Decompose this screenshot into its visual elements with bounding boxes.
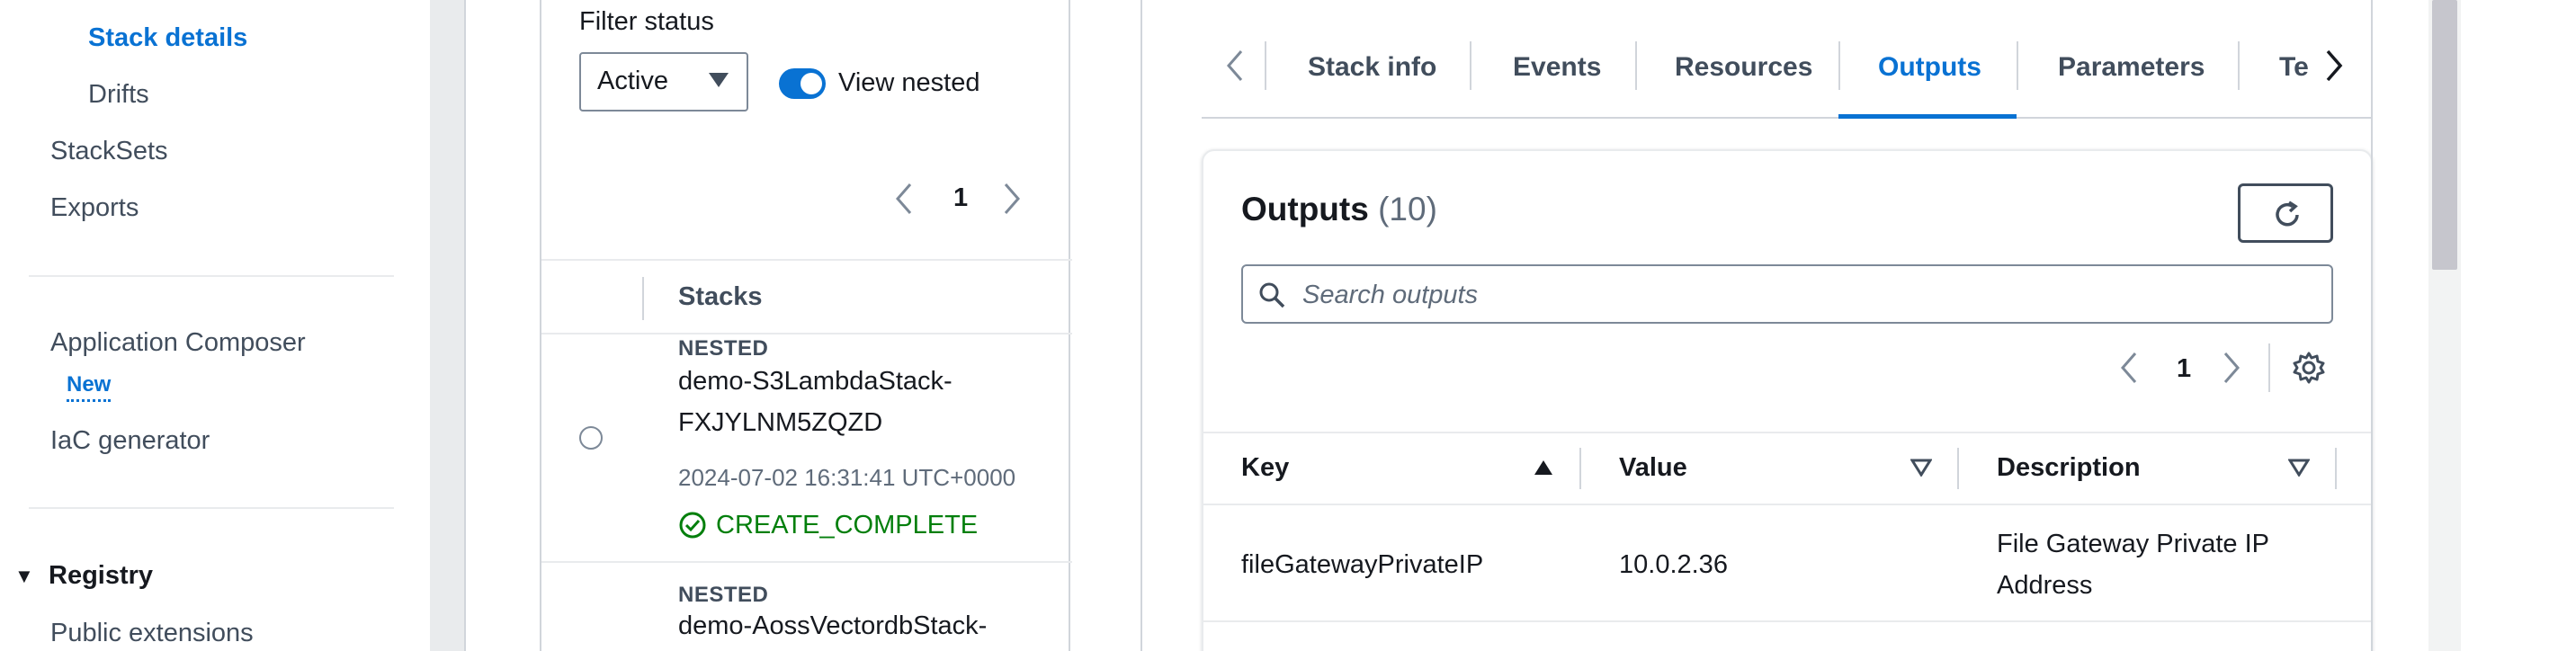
tab-separator <box>1635 41 1637 90</box>
stacks-panel: Filter status Active View nested 1 Stack… <box>464 0 1168 651</box>
filter-status-select[interactable]: Active <box>579 52 748 111</box>
nav-item-drifts[interactable]: Drifts <box>88 80 149 110</box>
pager-separator <box>2268 343 2270 392</box>
stack-created-time: 2024-07-02 16:31:41 UTC+0000 <box>678 464 1016 491</box>
tab-outputs[interactable]: Outputs <box>1878 52 1981 83</box>
table-header-top-border <box>1203 432 2371 433</box>
table-header-bottom-border <box>1203 504 2371 505</box>
stack-select-radio[interactable] <box>579 426 603 450</box>
stacks-column-header[interactable]: Stacks <box>678 282 763 312</box>
sort-ascending-icon[interactable] <box>1533 459 1554 481</box>
tabs-bottom-border <box>1202 117 2371 119</box>
output-key: fileGatewayPrivateIP <box>1241 550 1484 579</box>
outputs-count: (10) <box>1378 191 1437 227</box>
outputs-title: Outputs (10) <box>1241 191 1437 228</box>
stack-name-line2[interactable]: FXJYLNM5ZQZD <box>678 408 882 438</box>
tab-separator <box>1470 41 1471 90</box>
search-outputs-field[interactable]: Search outputs <box>1241 264 2333 324</box>
sort-icon[interactable] <box>2287 459 2311 481</box>
tab-separator <box>1838 41 1840 90</box>
panel-right-border <box>2371 0 2373 651</box>
toggle-knob <box>801 73 822 94</box>
search-icon <box>1257 281 1286 314</box>
tab-stack-info[interactable]: Stack info <box>1308 52 1436 83</box>
filter-status-value: Active <box>597 67 668 95</box>
nav-section-registry[interactable]: Registry <box>49 561 153 591</box>
caret-down-icon <box>707 70 730 94</box>
sort-icon[interactable] <box>1910 459 1933 481</box>
nav-item-stack-details[interactable]: Stack details <box>88 23 247 53</box>
side-navigation: Stack details Drifts StackSets Exports A… <box>0 0 430 651</box>
refresh-button[interactable] <box>2238 183 2333 243</box>
nav-gutter <box>430 0 464 651</box>
tab-template[interactable]: Te <box>2279 52 2322 83</box>
outputs-card: Outputs (10) Search outputs 1 Key Value … <box>1202 149 2373 651</box>
view-nested-toggle[interactable] <box>779 68 826 99</box>
search-outputs-placeholder: Search outputs <box>1302 281 1479 309</box>
nav-item-application-composer[interactable]: Application Composer <box>50 328 306 358</box>
active-tab-indicator <box>1838 114 2017 119</box>
row-divider <box>541 561 1072 563</box>
table-header-bottom-border <box>541 333 1072 334</box>
tab-separator <box>2017 41 2018 90</box>
row-divider <box>1203 620 2371 622</box>
nav-item-iac-generator[interactable]: IaC generator <box>50 426 210 456</box>
right-gutter <box>2461 0 2576 651</box>
nav-item-stacksets[interactable]: StackSets <box>50 137 168 166</box>
tab-separator <box>2238 41 2240 90</box>
table-header-top-border <box>541 259 1072 261</box>
nav-item-exports[interactable]: Exports <box>50 193 139 223</box>
column-separator <box>1579 448 1581 489</box>
column-header-key[interactable]: Key <box>1241 453 1289 483</box>
stack-name-line1[interactable]: demo-S3LambdaStack- <box>678 367 953 397</box>
nested-tag: NESTED <box>678 336 769 361</box>
output-value: 10.0.2.36 <box>1619 550 1728 579</box>
tab-events[interactable]: Events <box>1513 52 1601 83</box>
filter-status-label: Filter status <box>579 7 714 36</box>
view-nested-label: View nested <box>838 68 980 97</box>
tab-separator <box>1265 41 1266 90</box>
column-header-description[interactable]: Description <box>1997 453 2141 483</box>
tabs-scroll-right-icon[interactable] <box>2324 49 2344 87</box>
column-separator <box>642 277 644 320</box>
column-separator <box>1957 448 1959 489</box>
tab-resources[interactable]: Resources <box>1675 52 1812 83</box>
page-number[interactable]: 1 <box>953 183 968 213</box>
tabs-scroll-left-icon[interactable] <box>1225 49 1245 87</box>
outputs-page-number[interactable]: 1 <box>2177 354 2191 384</box>
chevron-right-icon[interactable] <box>2222 351 2241 389</box>
output-description: File Gateway Private IP Address <box>1997 530 2269 600</box>
chevron-left-icon[interactable] <box>894 182 914 216</box>
column-separator <box>2335 448 2337 489</box>
panel-divider <box>1140 0 1142 651</box>
refresh-icon <box>2271 199 2303 236</box>
nav-divider <box>29 275 394 277</box>
nested-tag: NESTED <box>678 583 769 607</box>
chevron-right-icon[interactable] <box>1002 182 1022 216</box>
caret-down-icon[interactable]: ▼ <box>14 565 34 588</box>
nav-divider <box>29 507 394 509</box>
scrollbar-thumb[interactable] <box>2432 0 2457 270</box>
chevron-left-icon[interactable] <box>2119 351 2139 389</box>
outputs-title-text: Outputs <box>1241 191 1369 227</box>
tab-parameters[interactable]: Parameters <box>2058 52 2205 83</box>
column-header-value[interactable]: Value <box>1619 453 1687 483</box>
settings-gear-icon[interactable] <box>2292 351 2326 389</box>
new-badge: New <box>67 372 112 402</box>
nav-item-public-extensions[interactable]: Public extensions <box>50 619 254 648</box>
status-success-icon <box>678 511 707 544</box>
stacks-list-card: Filter status Active View nested 1 Stack… <box>540 0 1072 651</box>
stack-name-line1[interactable]: demo-AossVectordbStack- <box>678 611 987 641</box>
stack-status: CREATE_COMPLETE <box>716 511 979 540</box>
